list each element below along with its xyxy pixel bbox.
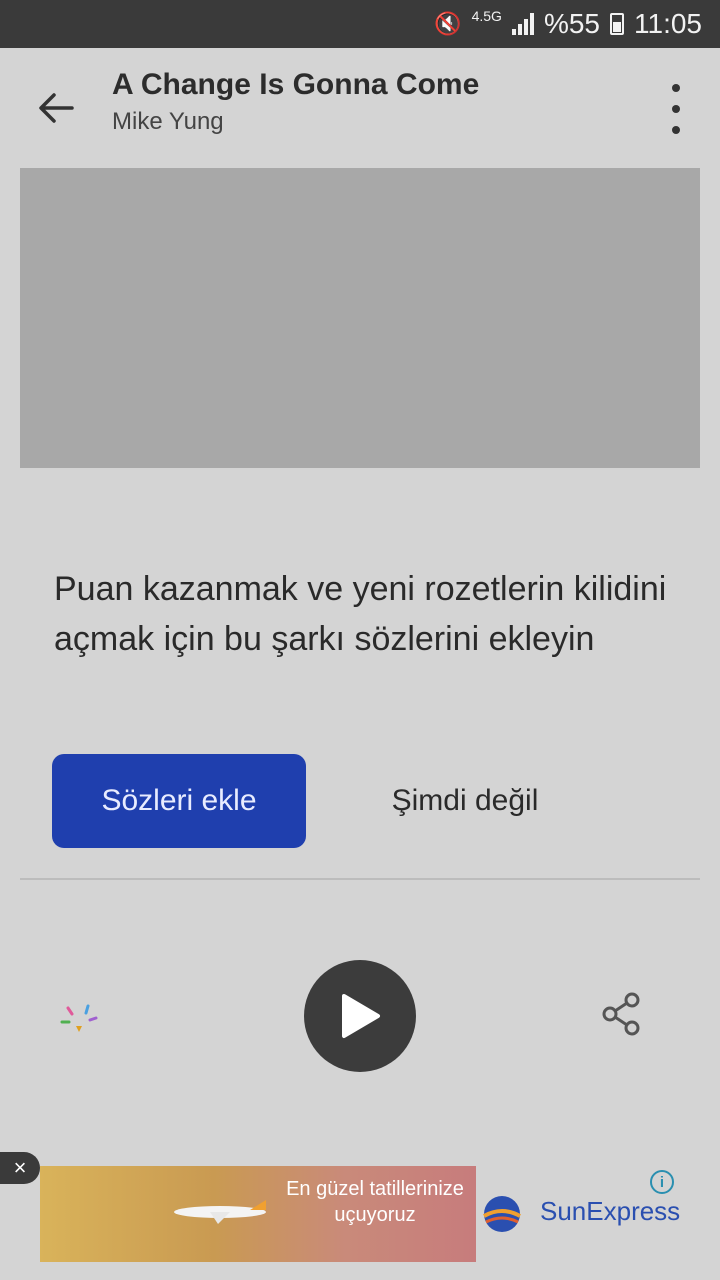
mute-icon: 🔇 bbox=[434, 11, 462, 36]
share-icon bbox=[602, 992, 640, 1036]
play-icon bbox=[342, 994, 380, 1038]
arrow-back-icon bbox=[39, 93, 74, 123]
song-title: A Change Is Gonna Come bbox=[112, 68, 480, 101]
status-bar: 🔇 4.5G %55 11:05 bbox=[0, 0, 720, 48]
lyrics-prompt-message: Puan kazanmak ve yeni rozetlerin kilidin… bbox=[54, 570, 667, 658]
sunexpress-logo bbox=[483, 1196, 521, 1232]
artist-name: Mike Yung bbox=[112, 108, 224, 135]
divider bbox=[20, 878, 700, 880]
battery-icon bbox=[610, 13, 624, 35]
sparkle-icon bbox=[60, 1004, 98, 1032]
sparkle-button[interactable] bbox=[54, 996, 104, 1046]
ad-banner[interactable]: En güzel tatillerinize uçuyoruz bbox=[40, 1166, 476, 1262]
ad-info-icon[interactable]: i bbox=[650, 1170, 674, 1194]
more-options-button[interactable] bbox=[662, 84, 690, 134]
airplane-icon bbox=[174, 1200, 266, 1224]
signal-icon bbox=[511, 13, 534, 35]
battery-percent: %55 bbox=[543, 8, 600, 39]
ad-brand-name: SunExpress bbox=[540, 1196, 681, 1226]
back-button[interactable] bbox=[30, 82, 82, 134]
share-button[interactable] bbox=[598, 990, 646, 1038]
add-lyrics-button[interactable]: Sözleri ekle bbox=[52, 754, 306, 848]
clock: 11:05 bbox=[634, 8, 702, 39]
network-type: 4.5G bbox=[471, 8, 502, 24]
more-vert-icon bbox=[672, 84, 680, 92]
play-button[interactable] bbox=[304, 960, 416, 1072]
header: A Change Is Gonna Come Mike Yung bbox=[0, 48, 720, 166]
not-now-button[interactable]: Şimdi değil bbox=[350, 754, 580, 848]
album-artwork bbox=[20, 168, 700, 468]
ad-text: En güzel tatillerinize uçuyoruz bbox=[286, 1178, 464, 1226]
ad-close-button[interactable]: × bbox=[0, 1152, 40, 1184]
